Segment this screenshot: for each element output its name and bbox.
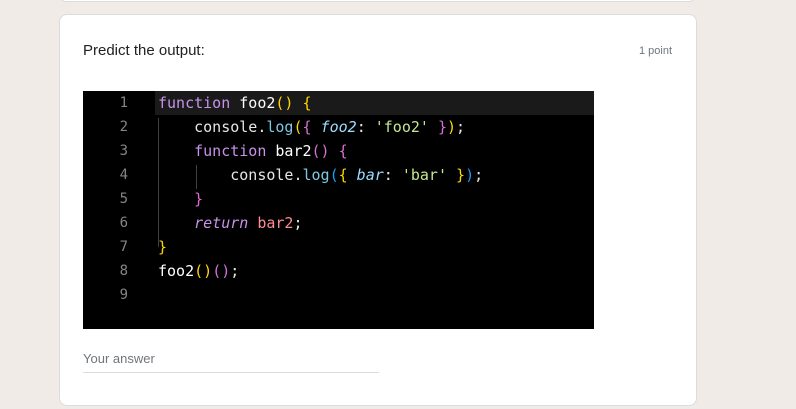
code-token: 'bar' <box>392 166 447 184</box>
code-image: 1 2 3 4 5 6 7 8 9 function foo2() { console.log({… <box>83 91 594 329</box>
code-token: function <box>158 94 231 112</box>
code-line: } <box>158 187 203 211</box>
line-number: 9 <box>119 287 128 303</box>
code-line: } <box>158 235 167 259</box>
code-line: console.log({ bar: 'bar' }); <box>158 163 483 187</box>
code-token: : <box>383 166 393 184</box>
question-title: Predict the output: <box>83 42 205 59</box>
code-line: function bar2() { <box>158 139 348 163</box>
code-line: return bar2; <box>158 211 303 235</box>
code-line: console.log({ foo2: 'foo2' }); <box>158 115 465 139</box>
code-token: foo2 <box>158 262 195 280</box>
code-token: { <box>302 118 312 136</box>
code-token: { <box>293 94 312 112</box>
code-token: } <box>447 166 466 184</box>
answer-input-underline[interactable] <box>83 372 379 373</box>
line-number: 4 <box>119 167 128 183</box>
previous-question-card <box>59 0 696 2</box>
code-token: function <box>158 142 267 160</box>
code-token: } <box>158 190 204 208</box>
question-card: Predict the output: 1 point 1 2 3 4 5 6 7 8 9 fun… <box>59 14 697 406</box>
code-token: . <box>293 166 303 184</box>
code-token: ; <box>456 118 466 136</box>
code-token: { <box>329 142 348 160</box>
code-token: ) <box>447 118 457 136</box>
code-token: bar2 <box>266 142 312 160</box>
code-token: ) <box>465 166 475 184</box>
code-token: console <box>158 118 258 136</box>
code-line: foo2()(); <box>158 259 239 283</box>
code-token: ; <box>474 166 484 184</box>
code-token: () <box>194 262 213 280</box>
code-token: ; <box>230 262 240 280</box>
line-number: 3 <box>119 143 128 159</box>
code-token: () <box>311 142 330 160</box>
code-token: } <box>428 118 447 136</box>
code-token: foo2 <box>311 118 357 136</box>
line-number: 5 <box>119 191 128 207</box>
code-token: } <box>158 238 168 256</box>
line-number: 6 <box>119 215 128 231</box>
code-token: bar2 <box>248 214 294 232</box>
code-token: 'foo2' <box>365 118 429 136</box>
points-label: 1 point <box>638 45 672 57</box>
code-token: console <box>158 166 294 184</box>
code-token: log <box>302 166 330 184</box>
line-number: 1 <box>119 95 128 111</box>
code-token: ( <box>293 118 303 136</box>
code-token: { <box>338 166 348 184</box>
code-line: function foo2() { <box>158 91 312 115</box>
code-token: ( <box>329 166 339 184</box>
line-number: 8 <box>119 263 128 279</box>
code-token: () <box>275 94 294 112</box>
code-token: : <box>356 118 366 136</box>
code-token: return <box>158 214 249 232</box>
code-token: bar <box>347 166 384 184</box>
code-token: foo2 <box>230 94 276 112</box>
code-token: () <box>212 262 231 280</box>
line-number: 7 <box>119 239 128 255</box>
code-token: log <box>266 118 294 136</box>
code-token: ; <box>293 214 303 232</box>
answer-input-placeholder[interactable]: Your answer <box>83 351 155 366</box>
line-number: 2 <box>119 119 128 135</box>
